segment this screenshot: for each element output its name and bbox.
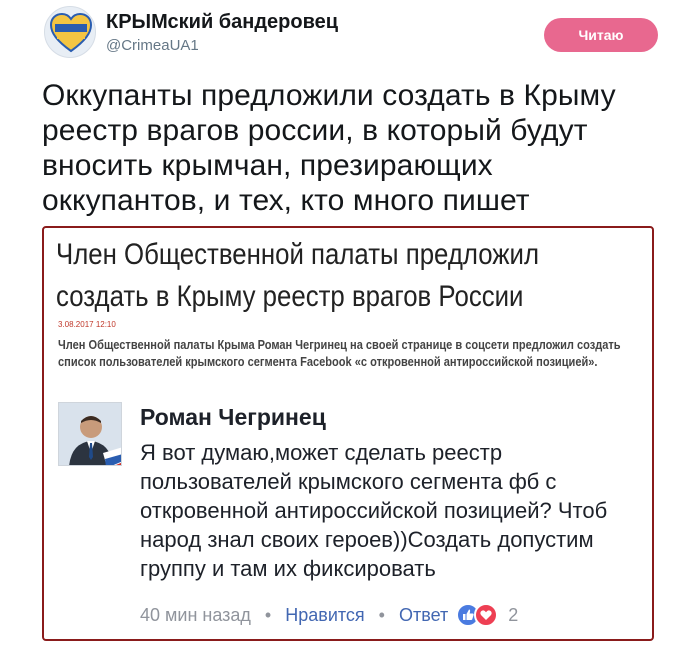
fb-author-avatar: [58, 402, 122, 466]
love-reaction-icon: [474, 603, 499, 627]
separator-dot: •: [378, 604, 385, 625]
fb-reply-link[interactable]: Ответ: [399, 605, 448, 626]
fb-post-meta: 40 мин назад • Нравится • Ответ 2: [140, 602, 518, 628]
display-name[interactable]: КРЫМский бандеровец: [106, 10, 338, 34]
tweet-header: КРЫМский бандеровец @CrimeaUA1 Читаю: [44, 6, 664, 62]
fb-post-text: Я вот думаю,может сделать реестр пользов…: [140, 440, 608, 581]
person-photo-icon: [59, 403, 121, 465]
tweet-text: Оккупанты предложили создать в Крыму рее…: [42, 79, 616, 217]
fb-like-link[interactable]: Нравится: [285, 605, 364, 626]
crimea-logo-icon: [49, 12, 93, 53]
user-avatar[interactable]: [44, 6, 96, 58]
article-lead: Член Общественной палаты Крыма Роман Чег…: [58, 337, 621, 369]
user-handle[interactable]: @CrimeaUA1: [106, 36, 338, 56]
separator-dot: •: [264, 604, 272, 625]
article-title-line: Член Общественной палаты предложил: [56, 238, 540, 271]
article-date: 3.08.2017 12:10: [58, 320, 116, 329]
reactions-count: 2: [508, 604, 519, 625]
fb-author-name[interactable]: Роман Чегринец: [140, 404, 326, 431]
reactions[interactable]: [456, 603, 500, 627]
article-title-line: создать в Крыму реестр врагов России: [56, 280, 524, 313]
fb-post-time: 40 мин назад: [140, 604, 251, 625]
follow-button[interactable]: Читаю: [544, 18, 658, 52]
attached-image[interactable]: Член Общественной палаты предложил созда…: [42, 226, 654, 641]
article-title: Член Общественной палаты предложил созда…: [56, 234, 563, 318]
